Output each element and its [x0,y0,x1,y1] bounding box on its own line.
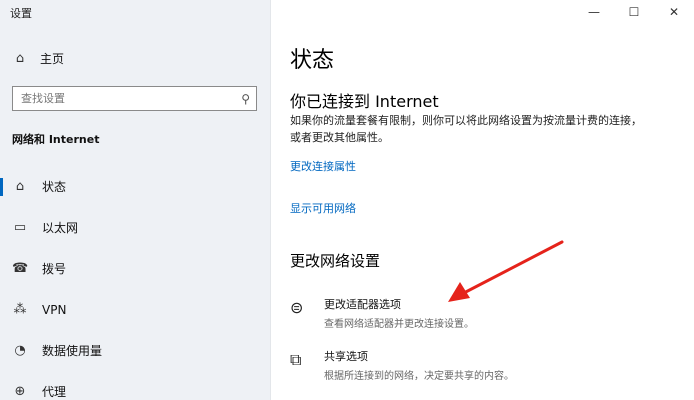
annotation-arrow [448,240,564,302]
option-title: 共享选项 [324,350,368,363]
sidebar-item-vpn[interactable]: ⁂ VPN [0,289,270,330]
status-heading: 你已连接到 Internet [290,92,439,111]
sidebar-item-label: 数据使用量 [42,344,103,358]
search-icon[interactable]: ⚲ [241,92,250,106]
option-subtitle: 查看网络适配器并更改连接设置。 [324,319,474,330]
sidebar-item-label: 拨号 [42,262,67,276]
status-description: 如果你的流量套餐有限制，则你可以将此网络设置为按流量计费的连接，或者更改其他属性… [290,114,642,144]
sidebar: 设置 ⌂ 主页 ⚲ 网络和 Internet ⌂ 状态 ▭ 以太网 ☎ 拨号 ⁂… [0,0,271,400]
sidebar-item-label: 代理 [42,385,67,399]
data-usage-icon: ◔ [14,343,26,358]
vpn-icon: ⁂ [13,302,27,317]
sidebar-item-data-usage[interactable]: ◔ 数据使用量 [0,330,270,371]
sidebar-item-proxy[interactable]: ⊕ 代理 [0,371,270,400]
option-subtitle: 根据所连接到的网络，决定要共享的内容。 [324,371,514,382]
change-settings-heading: 更改网络设置 [290,252,381,270]
dialup-icon: ☎ [12,261,29,276]
home-label: 主页 [40,52,65,66]
sidebar-nav: ⌂ 状态 ▭ 以太网 ☎ 拨号 ⁂ VPN ◔ 数据使用量 ⊕ 代理 [0,166,270,400]
sharing-icon: ⧉ [290,350,302,369]
window-title: 设置 [10,7,32,20]
sidebar-item-label: 状态 [42,180,67,194]
search-box[interactable]: ⚲ [12,86,257,111]
main-content: 状态 你已连接到 Internet 如果你的流量套餐有限制，则你可以将此网络设置… [290,0,694,400]
adapter-icon: ⊜ [290,298,304,317]
sidebar-item-ethernet[interactable]: ▭ 以太网 [0,207,270,248]
sidebar-item-label: VPN [42,302,67,317]
show-available-networks-link[interactable]: 显示可用网络 [290,200,356,216]
change-connection-properties-link[interactable]: 更改连接属性 [290,158,356,174]
sidebar-item-status[interactable]: ⌂ 状态 [0,166,270,207]
sidebar-item-home[interactable]: ⌂ 主页 [12,50,64,67]
search-input[interactable] [21,92,242,105]
proxy-icon: ⊕ [14,384,26,399]
status-icon: ⌂ [15,179,25,194]
page-title: 状态 [290,48,335,73]
sharing-options-item[interactable]: ⧉ 共享选项 根据所连接到的网络，决定要共享的内容。 [290,348,514,382]
home-icon: ⌂ [15,51,25,66]
sidebar-item-dialup[interactable]: ☎ 拨号 [0,248,270,289]
sidebar-item-label: 以太网 [42,221,79,235]
section-title: 网络和 Internet [12,133,100,146]
ethernet-icon: ▭ [13,220,27,235]
